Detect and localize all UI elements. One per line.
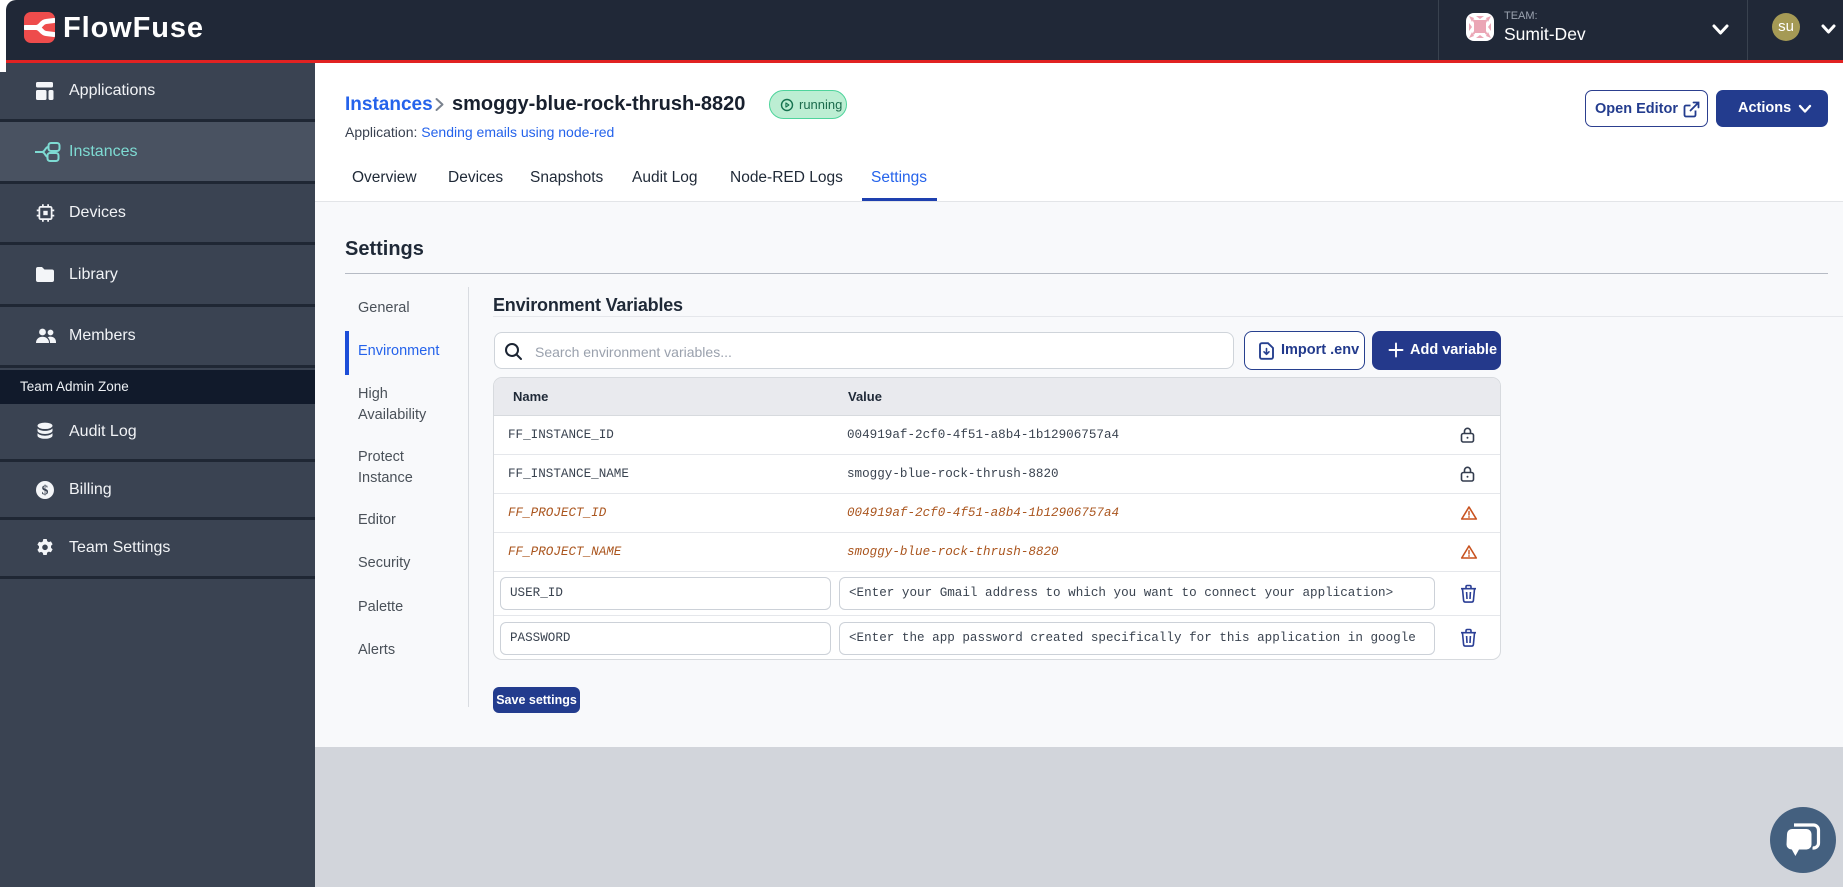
svg-text:$: $ [42,482,49,497]
